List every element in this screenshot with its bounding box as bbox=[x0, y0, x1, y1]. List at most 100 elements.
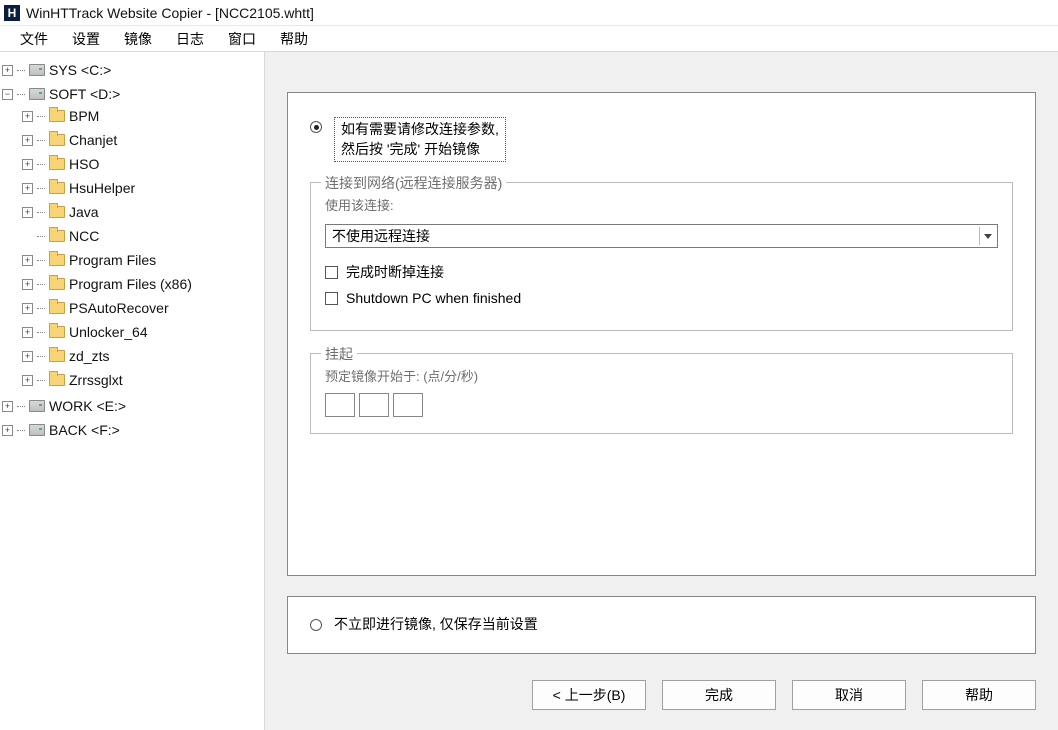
tree-node-label: BACK <F:> bbox=[49, 422, 120, 438]
shutdown-checkbox-label: Shutdown PC when finished bbox=[346, 290, 521, 306]
folder-icon bbox=[49, 110, 65, 122]
tree-folder-ncc[interactable]: NCC bbox=[22, 226, 262, 246]
expand-icon[interactable]: + bbox=[22, 135, 33, 146]
network-legend: 连接到网络(远程连接服务器) bbox=[321, 173, 506, 193]
tree-drive-soft[interactable]: − SOFT <D:> bbox=[2, 84, 262, 104]
wizard-button-row: < 上一步(B) 完成 取消 帮助 bbox=[287, 674, 1036, 710]
radio-save-only-row[interactable]: 不立即进行镜像, 仅保存当前设置 bbox=[310, 615, 1013, 635]
drive-icon bbox=[29, 400, 45, 412]
radio-save-only-label: 不立即进行镜像, 仅保存当前设置 bbox=[334, 615, 538, 635]
expand-icon[interactable]: + bbox=[22, 111, 33, 122]
tree-folder-psautorecover[interactable]: +PSAutoRecover bbox=[22, 298, 262, 318]
expand-icon[interactable]: + bbox=[22, 255, 33, 266]
chevron-down-icon[interactable] bbox=[979, 227, 995, 245]
wizard-panel: 如有需要请修改连接参数, 然后按 '完成' 开始镜像 连接到网络(远程连接服务器… bbox=[265, 52, 1058, 730]
disconnect-checkbox-row[interactable]: 完成时断掉连接 bbox=[325, 262, 998, 282]
connection-select[interactable]: 不使用远程连接 bbox=[325, 224, 998, 248]
radio-save-only[interactable] bbox=[310, 619, 322, 631]
radio-start-mirror-label: 如有需要请修改连接参数, 然后按 '完成' 开始镜像 bbox=[334, 117, 506, 162]
drive-icon bbox=[29, 424, 45, 436]
suspend-fieldset: 挂起 预定镜像开始于: (点/分/秒) bbox=[310, 353, 1013, 434]
menu-log[interactable]: 日志 bbox=[164, 25, 216, 53]
save-only-panel: 不立即进行镜像, 仅保存当前设置 bbox=[287, 596, 1036, 654]
folder-icon bbox=[49, 158, 65, 170]
expand-icon[interactable]: + bbox=[22, 207, 33, 218]
drive-icon bbox=[29, 88, 45, 100]
menu-help[interactable]: 帮助 bbox=[268, 25, 320, 53]
expand-icon[interactable]: + bbox=[2, 425, 13, 436]
tree-folder-hso[interactable]: + HSO bbox=[22, 154, 262, 174]
help-button[interactable]: 帮助 bbox=[922, 680, 1036, 710]
menu-file[interactable]: 文件 bbox=[8, 25, 60, 53]
disconnect-checkbox[interactable] bbox=[325, 266, 338, 279]
collapse-icon[interactable]: − bbox=[2, 89, 13, 100]
folder-icon bbox=[49, 254, 65, 266]
folder-icon bbox=[49, 182, 65, 194]
folder-tree-panel: + SYS <C:> − SOFT <D:> + BPM +Chanjet + HS… bbox=[0, 52, 265, 730]
tree-folder-program-files[interactable]: +Program Files bbox=[22, 250, 262, 270]
menu-mirror[interactable]: 镜像 bbox=[112, 25, 164, 53]
tree-node-label: Program Files (x86) bbox=[69, 276, 192, 292]
tree-folder-zrrssglxt[interactable]: + Zrrssglxt bbox=[22, 370, 262, 390]
tree-folder-chanjet[interactable]: +Chanjet bbox=[22, 130, 262, 150]
tree-node-label: SYS <C:> bbox=[49, 62, 111, 78]
schedule-second-input[interactable] bbox=[393, 393, 423, 417]
network-fieldset: 连接到网络(远程连接服务器) 使用该连接: 不使用远程连接 完成时断掉连接 Sh… bbox=[310, 182, 1013, 331]
folder-icon bbox=[49, 278, 65, 290]
expand-icon[interactable]: + bbox=[22, 303, 33, 314]
schedule-hour-input[interactable] bbox=[325, 393, 355, 417]
tree-drive-work[interactable]: + WORK <E:> bbox=[2, 396, 262, 416]
radio-start-mirror-row[interactable]: 如有需要请修改连接参数, 然后按 '完成' 开始镜像 bbox=[310, 117, 1013, 162]
folder-icon bbox=[49, 230, 65, 242]
folder-icon bbox=[49, 350, 65, 362]
tree-folder-bpm[interactable]: + BPM bbox=[22, 106, 262, 126]
radio-start-mirror[interactable] bbox=[310, 121, 322, 133]
tree-node-label: Zrrssglxt bbox=[69, 372, 123, 388]
expand-icon[interactable]: + bbox=[22, 159, 33, 170]
drive-icon bbox=[29, 64, 45, 76]
folder-icon bbox=[49, 374, 65, 386]
expand-icon[interactable]: + bbox=[22, 183, 33, 194]
tree-node-label: HSO bbox=[69, 156, 99, 172]
shutdown-checkbox[interactable] bbox=[325, 292, 338, 305]
tree-node-label: zd_zts bbox=[69, 348, 109, 364]
title-bar: H WinHTTrack Website Copier - [NCC2105.w… bbox=[0, 0, 1058, 26]
tree-folder-zdzts[interactable]: + zd_zts bbox=[22, 346, 262, 366]
tree-folder-hsuhelper[interactable]: + HsuHelper bbox=[22, 178, 262, 198]
disconnect-checkbox-label: 完成时断掉连接 bbox=[346, 262, 444, 282]
tree-node-label: Unlocker_64 bbox=[69, 324, 148, 340]
menu-bar: 文件 设置 镜像 日志 窗口 帮助 bbox=[0, 26, 1058, 52]
folder-tree[interactable]: + SYS <C:> − SOFT <D:> + BPM +Chanjet + HS… bbox=[2, 58, 262, 442]
tree-drive-sys[interactable]: + SYS <C:> bbox=[2, 60, 262, 80]
tree-node-label: Java bbox=[69, 204, 99, 220]
back-button[interactable]: < 上一步(B) bbox=[532, 680, 646, 710]
tree-node-label: HsuHelper bbox=[69, 180, 135, 196]
folder-icon bbox=[49, 326, 65, 338]
expand-icon[interactable]: + bbox=[22, 279, 33, 290]
window-title: WinHTTrack Website Copier - [NCC2105.wht… bbox=[26, 5, 314, 21]
folder-icon bbox=[49, 206, 65, 218]
expand-icon[interactable]: + bbox=[22, 375, 33, 386]
cancel-button[interactable]: 取消 bbox=[792, 680, 906, 710]
tree-node-label: BPM bbox=[69, 108, 99, 124]
finish-button[interactable]: 完成 bbox=[662, 680, 776, 710]
schedule-minute-input[interactable] bbox=[359, 393, 389, 417]
expand-icon[interactable]: + bbox=[2, 65, 13, 76]
tree-node-label: NCC bbox=[69, 228, 99, 244]
shutdown-checkbox-row[interactable]: Shutdown PC when finished bbox=[325, 290, 998, 306]
expand-icon[interactable]: + bbox=[22, 351, 33, 362]
tree-folder-program-files-x86[interactable]: + Program Files (x86) bbox=[22, 274, 262, 294]
tree-node-label: WORK <E:> bbox=[49, 398, 126, 414]
wizard-options-panel: 如有需要请修改连接参数, 然后按 '完成' 开始镜像 连接到网络(远程连接服务器… bbox=[287, 92, 1036, 576]
connection-select-value: 不使用远程连接 bbox=[332, 226, 430, 246]
tree-folder-unlocker[interactable]: + Unlocker_64 bbox=[22, 322, 262, 342]
tree-folder-java[interactable]: + Java bbox=[22, 202, 262, 222]
schedule-label: 预定镜像开始于: (点/分/秒) bbox=[325, 366, 998, 385]
tree-drive-back[interactable]: + BACK <F:> bbox=[2, 420, 262, 440]
use-connection-label: 使用该连接: bbox=[325, 195, 998, 214]
expand-icon[interactable]: + bbox=[22, 327, 33, 338]
menu-settings[interactable]: 设置 bbox=[60, 25, 112, 53]
expand-icon[interactable]: + bbox=[2, 401, 13, 412]
app-icon: H bbox=[4, 5, 20, 21]
menu-window[interactable]: 窗口 bbox=[216, 25, 268, 53]
